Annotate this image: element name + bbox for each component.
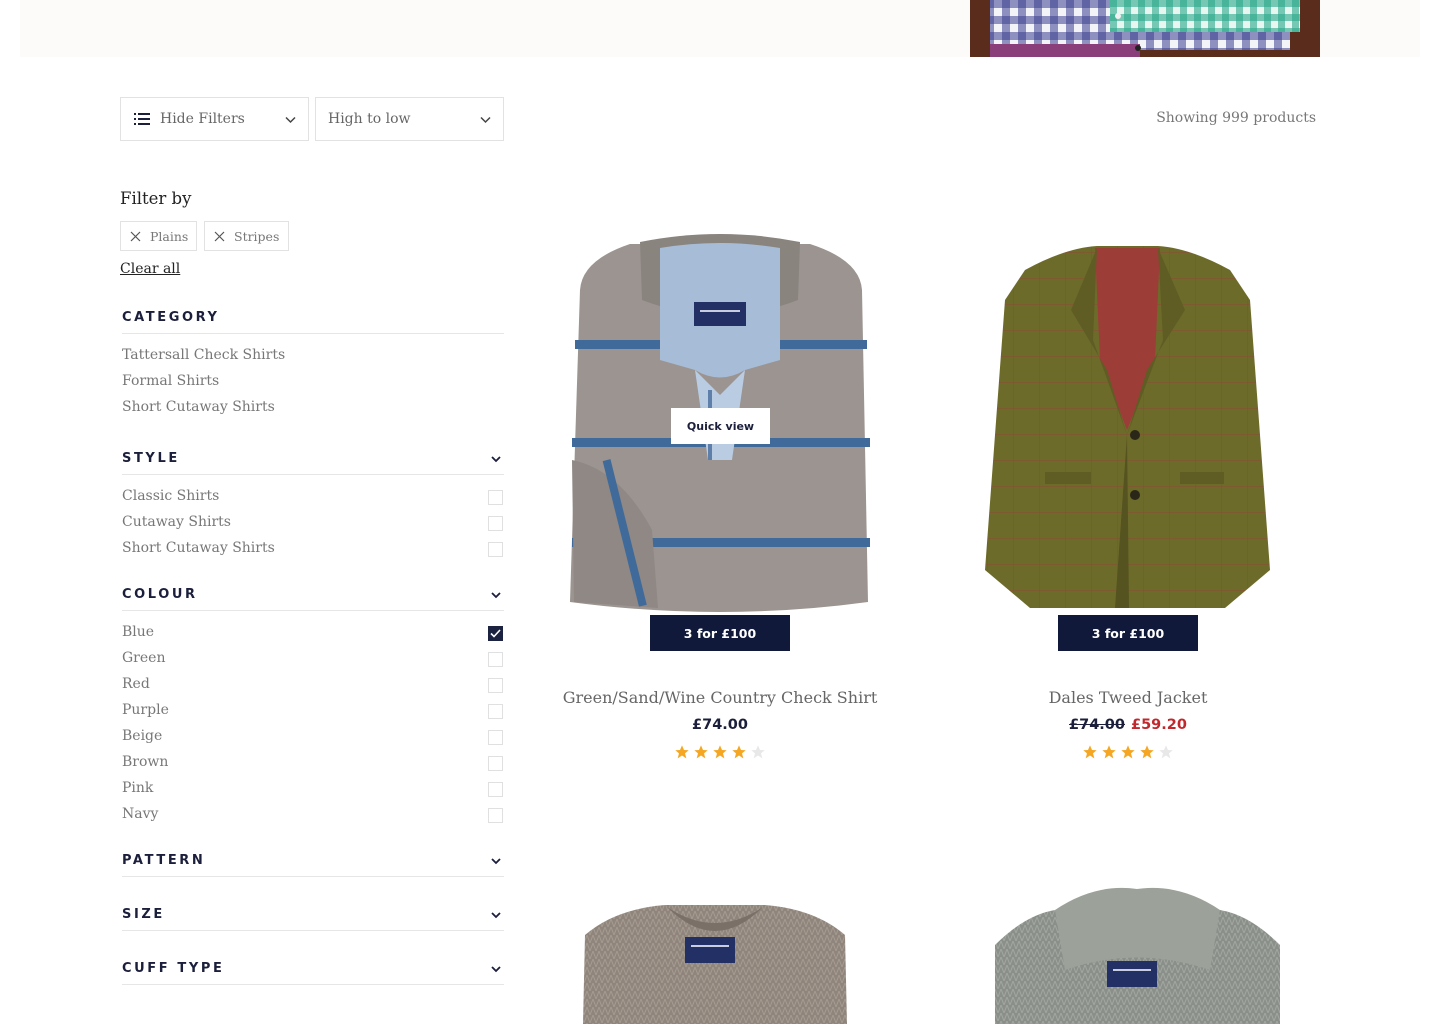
product-rating [530,744,910,760]
promo-badge: 3 for £100 [1058,615,1198,651]
quick-view-button[interactable]: Quick view [671,408,770,444]
colour-checkbox[interactable] [488,730,503,745]
colour-option-label[interactable]: Blue [122,624,504,640]
active-filter-chip-plains[interactable]: Plains [120,221,197,251]
category-item[interactable]: Tattersall Check Shirts [122,347,504,363]
category-item[interactable]: Formal Shirts [122,373,504,389]
colour-option-label[interactable]: Brown [122,754,504,770]
product-price: £74.00 £59.20 [938,717,1318,733]
product-image-tweed-jacket[interactable] [975,240,1280,615]
cuff-type-section-header[interactable]: CUFF TYPE [122,961,504,985]
chevron-down-icon [490,963,502,979]
hide-filters-label: Hide Filters [160,111,245,127]
section-title: SIZE [122,907,165,922]
style-option-label[interactable]: Cutaway Shirts [122,514,504,530]
section-title: CATEGORY [122,310,220,325]
colour-checkbox[interactable] [488,808,503,823]
star-icon [1102,745,1116,759]
chevron-down-icon [285,113,296,129]
style-section-header[interactable]: STYLE [122,451,504,475]
product-price: £74.00 [530,717,910,733]
style-checkbox[interactable] [488,516,503,531]
section-title: CUFF TYPE [122,961,225,976]
product-name[interactable]: Green/Sand/Wine Country Check Shirt [530,688,910,707]
star-icon [732,745,746,759]
colour-checkbox[interactable] [488,678,503,693]
star-icon [751,745,765,759]
style-option-label[interactable]: Short Cutaway Shirts [122,540,504,556]
colour-option-label[interactable]: Green [122,650,504,666]
chevron-down-icon [490,589,502,605]
sale-price: £59.20 [1131,717,1187,733]
close-icon [130,231,141,242]
colour-checkbox-checked[interactable] [488,626,503,641]
star-icon [675,745,689,759]
top-banner [20,0,1420,57]
section-title: STYLE [122,451,180,466]
colour-checkbox[interactable] [488,756,503,771]
colour-option-label[interactable]: Red [122,676,504,692]
category-item[interactable]: Short Cutaway Shirts [122,399,504,415]
chevron-down-icon [480,113,491,129]
sort-dropdown[interactable]: High to low [315,97,504,141]
product-image-shawl-collar-jumper[interactable] [995,885,1280,1024]
style-checkbox[interactable] [488,490,503,505]
hide-filters-dropdown[interactable]: Hide Filters [120,97,309,141]
colour-checkbox[interactable] [488,704,503,719]
colour-option-label[interactable]: Navy [122,806,504,822]
star-icon [1083,745,1097,759]
active-filter-chip-stripes[interactable]: Stripes [204,221,289,251]
star-icon [1159,745,1173,759]
section-title: PATTERN [122,853,206,868]
star-icon [1121,745,1135,759]
section-title: COLOUR [122,587,198,602]
close-icon [214,231,225,242]
check-icon [490,629,501,638]
chevron-down-icon [490,855,502,871]
colour-checkbox[interactable] [488,652,503,667]
colour-option-label[interactable]: Beige [122,728,504,744]
star-icon [694,745,708,759]
sort-label: High to low [328,111,411,127]
star-icon [713,745,727,759]
colour-option-label[interactable]: Pink [122,780,504,796]
category-section-header[interactable]: CATEGORY [122,310,504,334]
chip-label: Plains [150,228,189,244]
chip-label: Stripes [234,228,280,244]
current-price: £74.00 [692,717,748,733]
product-count-text: Showing 999 products [1156,110,1316,126]
chevron-down-icon [490,909,502,925]
clear-all-link[interactable]: Clear all [120,261,180,277]
filter-by-heading: Filter by [120,189,192,208]
style-checkbox[interactable] [488,542,503,557]
size-section-header[interactable]: SIZE [122,907,504,931]
pattern-section-header[interactable]: PATTERN [122,853,504,877]
colour-checkbox[interactable] [488,782,503,797]
colour-section-header[interactable]: COLOUR [122,587,504,611]
product-image-crew-neck-jumper[interactable] [575,895,855,1024]
chevron-down-icon [490,453,502,469]
style-option-label[interactable]: Classic Shirts [122,488,504,504]
list-icon [134,113,150,125]
product-rating [938,744,1318,760]
banner-shirts-image [970,0,1320,57]
promo-badge: 3 for £100 [650,615,790,651]
star-icon [1140,745,1154,759]
product-name[interactable]: Dales Tweed Jacket [938,688,1318,707]
colour-option-label[interactable]: Purple [122,702,504,718]
was-price: £74.00 [1069,717,1125,733]
